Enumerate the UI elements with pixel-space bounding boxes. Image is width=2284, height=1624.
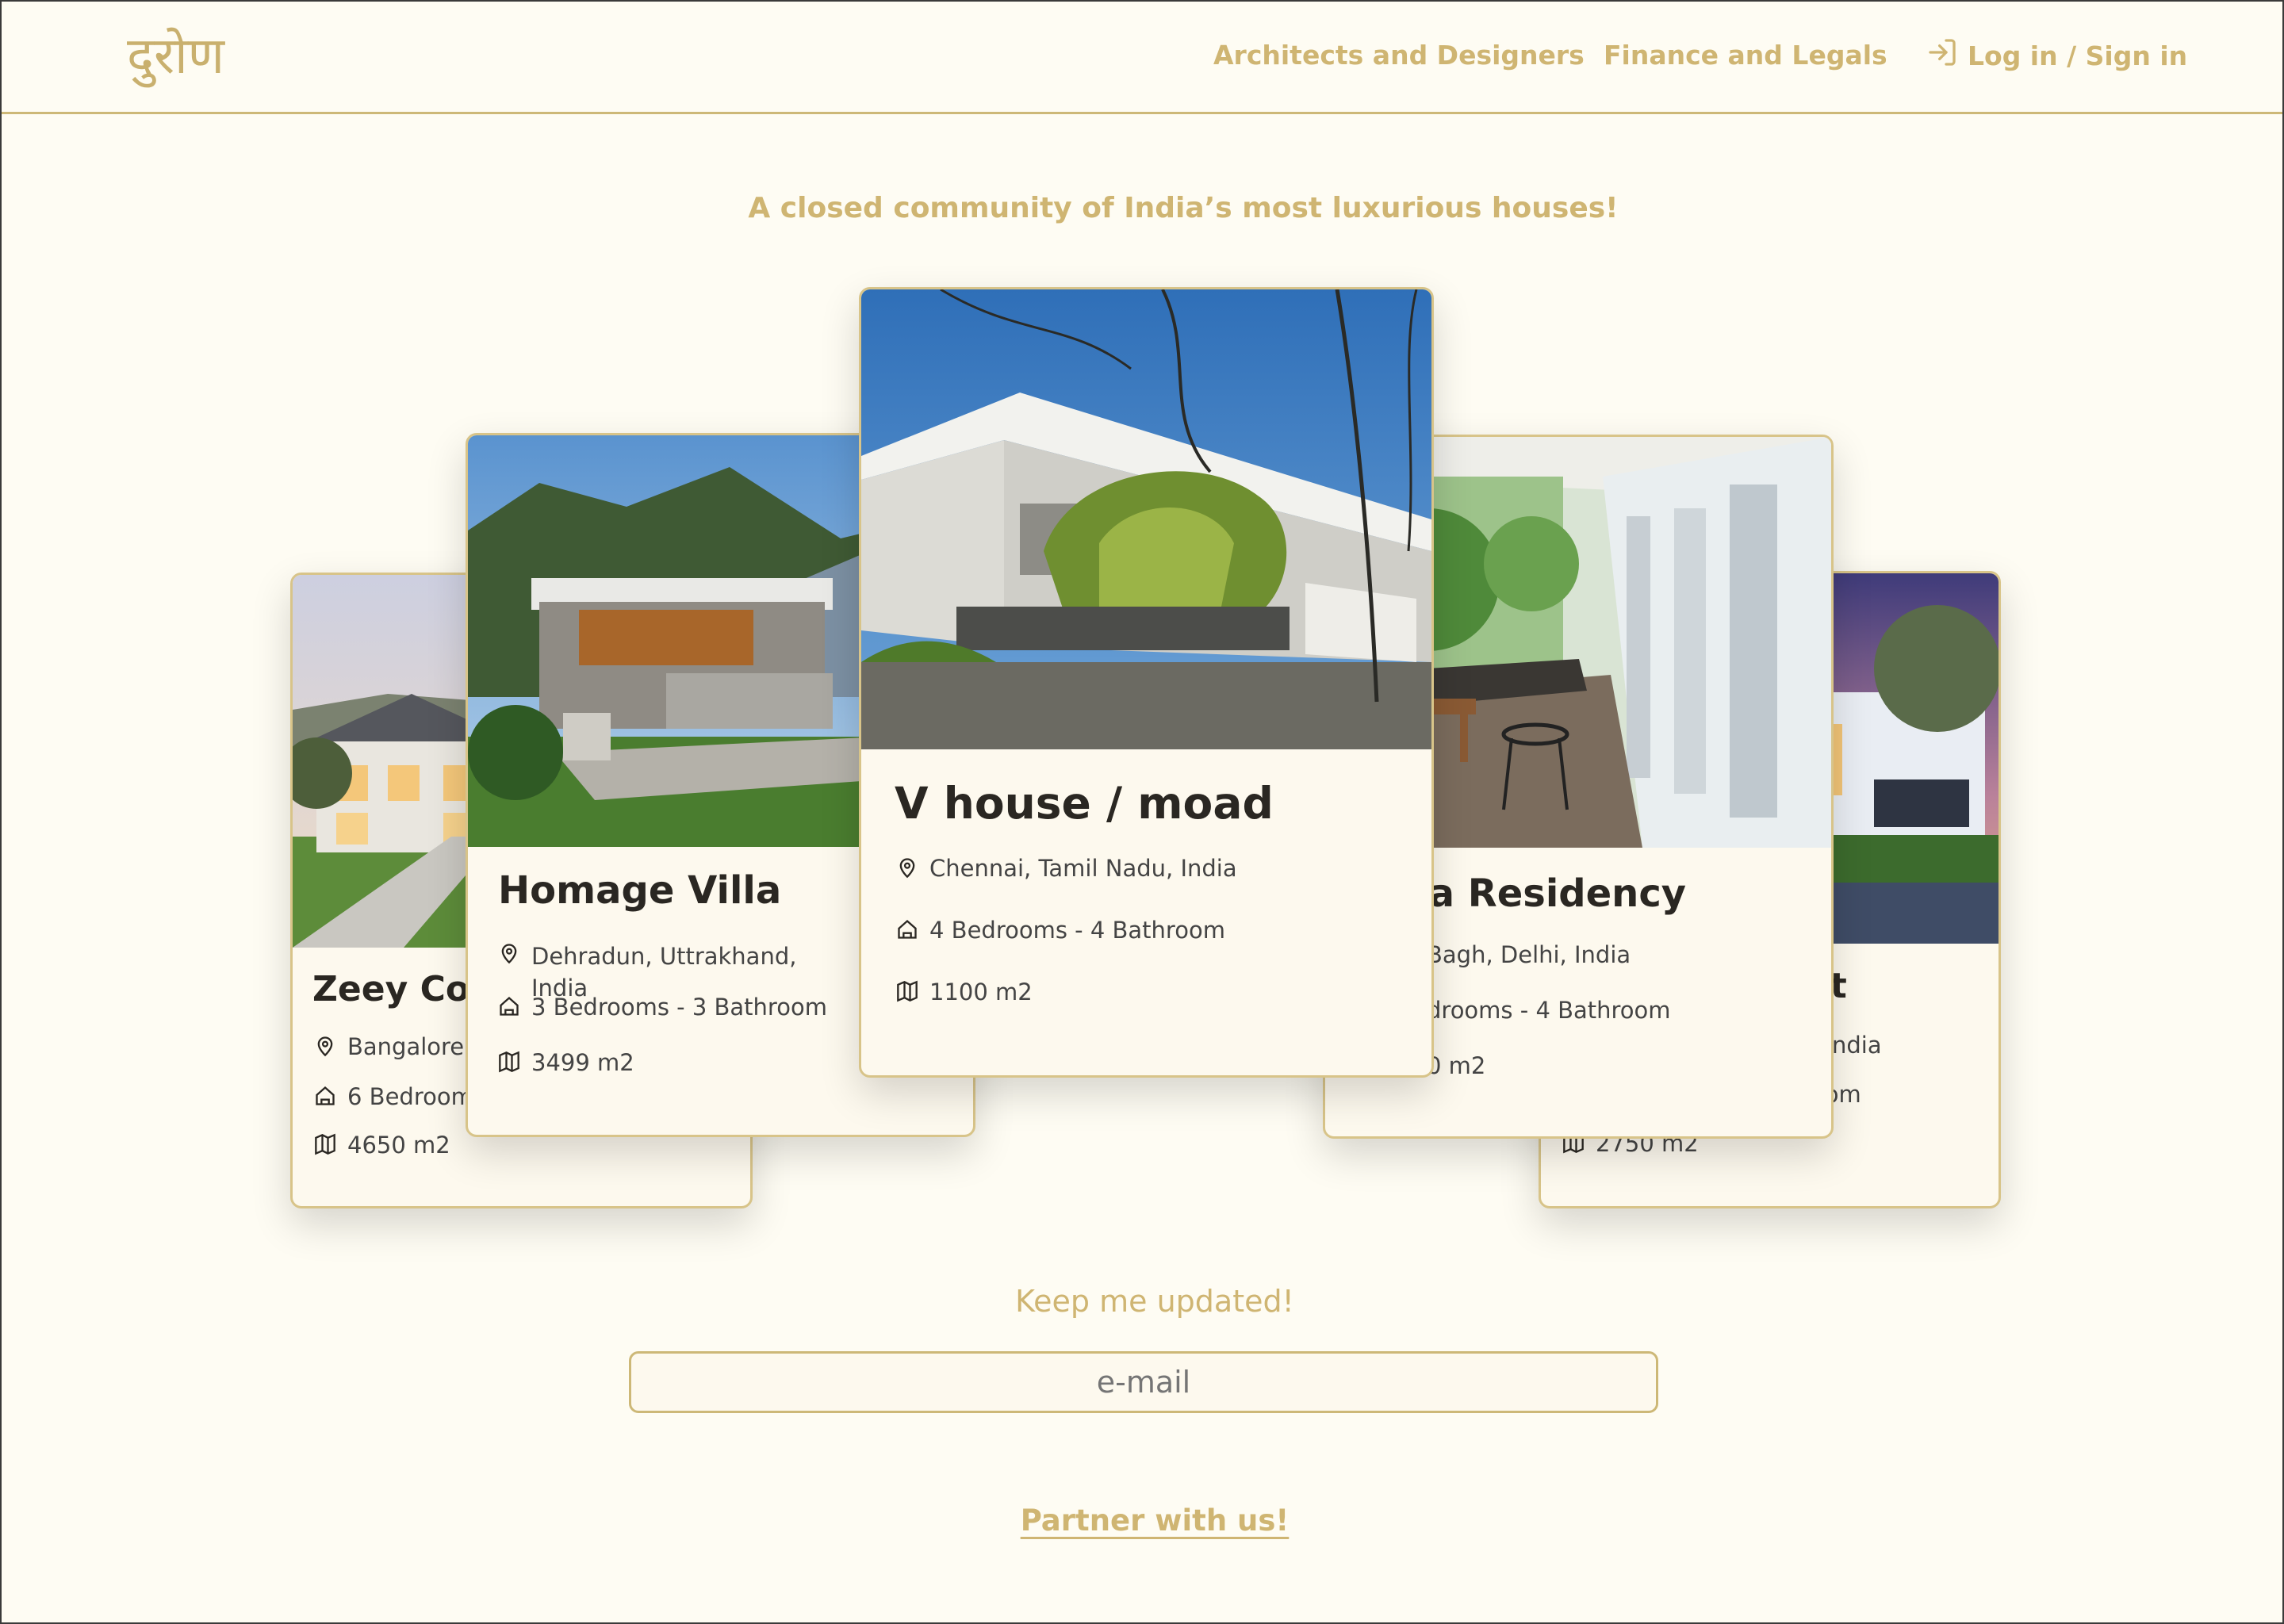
house-icon bbox=[498, 995, 520, 1017]
hero-tagline: A closed community of India’s most luxur… bbox=[748, 192, 1619, 224]
nav-link-finance[interactable]: Finance and Legals bbox=[1604, 40, 1887, 71]
property-rooms: 3 Bedrooms - 3 Bathroom bbox=[498, 994, 827, 1021]
property-location: Bangalore, bbox=[314, 1033, 471, 1060]
property-rooms: 4 Bedrooms - 4 Bathroom bbox=[896, 917, 1225, 944]
email-input[interactable] bbox=[629, 1351, 1658, 1413]
map-icon bbox=[498, 1051, 520, 1073]
navbar: दुरोण Architects and Designers Finance a… bbox=[2, 2, 2282, 114]
property-title: V house / moad bbox=[895, 778, 1274, 829]
login-label: Log in / Sign in bbox=[1968, 40, 2188, 71]
property-area: 0 m2 bbox=[1427, 1052, 1486, 1079]
property-area: 3499 m2 bbox=[498, 1049, 634, 1076]
location-pin-icon bbox=[314, 1035, 336, 1057]
map-icon bbox=[896, 980, 918, 1002]
partner-link[interactable]: Partner with us! bbox=[0, 1503, 2284, 1538]
nav-link-architects[interactable]: Architects and Designers bbox=[1213, 40, 1585, 71]
property-card-v-house[interactable]: V house / moad Chennai, Tamil Nadu, Indi… bbox=[859, 287, 1434, 1078]
property-title: Homage Villa bbox=[498, 868, 782, 913]
property-rooms: 6 Bedroom bbox=[314, 1083, 473, 1110]
location-pin-icon bbox=[896, 856, 918, 879]
property-area: 1100 m2 bbox=[896, 979, 1033, 1005]
location-pin-icon bbox=[498, 942, 520, 964]
house-icon bbox=[896, 918, 918, 940]
property-location: Bagh, Delhi, India bbox=[1427, 941, 1631, 968]
property-area: 4650 m2 bbox=[314, 1132, 450, 1159]
map-icon bbox=[314, 1133, 336, 1155]
property-title: Zeey Cor bbox=[312, 969, 487, 1009]
login-icon bbox=[1926, 36, 1958, 75]
newsletter-heading: Keep me updated! bbox=[1015, 1284, 1294, 1319]
property-location: Chennai, Tamil Nadu, India bbox=[896, 855, 1237, 882]
property-photo bbox=[861, 289, 1431, 749]
house-icon bbox=[314, 1085, 336, 1107]
logo[interactable]: दुरोण bbox=[127, 19, 224, 88]
property-rooms: drooms - 4 Bathroom bbox=[1427, 997, 1671, 1024]
login-button[interactable]: Log in / Sign in bbox=[1926, 36, 2187, 75]
